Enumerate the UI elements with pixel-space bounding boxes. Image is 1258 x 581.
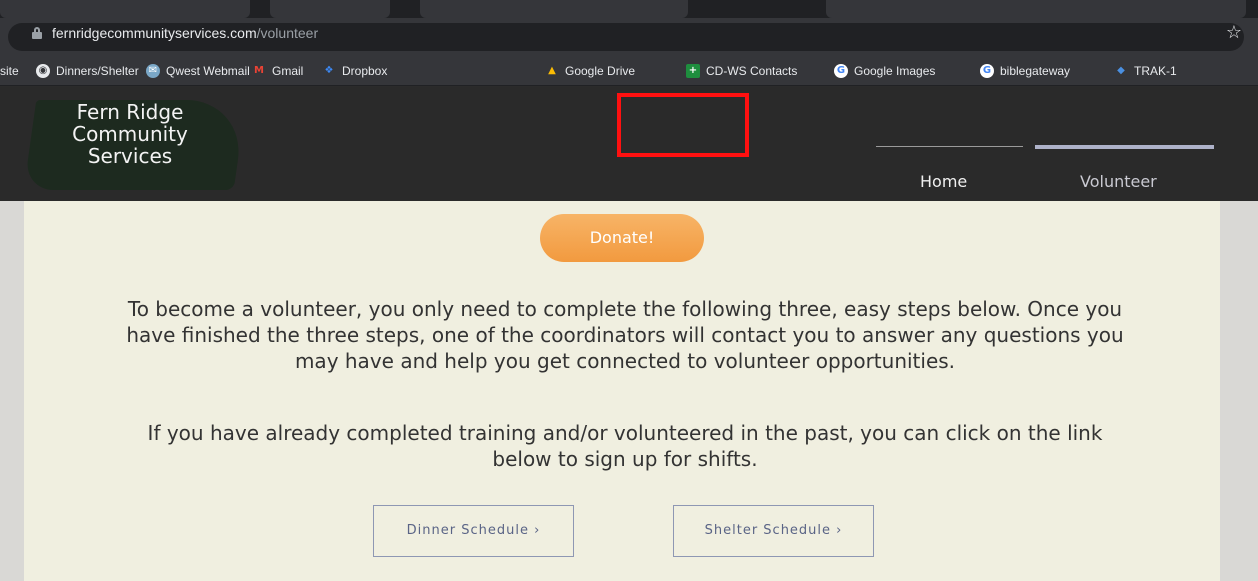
trak-icon: ◆	[1117, 65, 1125, 76]
bookmark-google-images[interactable]: G Google Images	[834, 62, 935, 80]
logo-line: Community	[72, 122, 188, 146]
bookmark-dropbox[interactable]: ❖ Dropbox	[322, 62, 388, 80]
returning-volunteer-text: If you have already completed training a…	[147, 421, 1103, 471]
bookmark-trak-1[interactable]: ◆ TRAK-1	[1114, 62, 1177, 80]
google-icon: G	[834, 64, 848, 78]
volunteer-intro-text: To become a volunteer, you only need to …	[126, 297, 1124, 373]
nav-volunteer[interactable]: Volunteer	[1080, 172, 1157, 191]
tab[interactable]	[0, 0, 250, 18]
bookmark-gmail[interactable]: M Gmail	[252, 62, 303, 80]
lock-icon[interactable]	[32, 27, 42, 39]
url-path: /volunteer	[256, 25, 319, 41]
bookmark-star-icon[interactable]: ☆	[1226, 22, 1242, 43]
bookmark-label: Google Images	[854, 64, 936, 78]
contacts-icon: +	[686, 64, 700, 78]
gmail-icon: M	[254, 65, 264, 76]
bookmark-label: Gmail	[272, 64, 304, 78]
google-icon: G	[980, 64, 994, 78]
bookmark-cd-ws-contacts[interactable]: + CD-WS Contacts	[686, 62, 797, 80]
dropbox-icon: ❖	[324, 65, 334, 76]
site-header: Fern Ridge Community Services Home Volun…	[0, 87, 1258, 201]
bookmark-site[interactable]: site	[0, 62, 19, 80]
shelter-schedule-button[interactable]: Shelter Schedule ›	[673, 505, 874, 557]
bookmark-label: TRAK-1	[1134, 64, 1177, 78]
bookmark-label: Qwest Webmail	[166, 64, 250, 78]
highlight-rectangle	[617, 93, 749, 157]
bookmark-google-drive[interactable]: ▲ Google Drive	[545, 62, 635, 80]
address-bar-area: fernridgecommunityservices.com/volunteer…	[0, 18, 1258, 56]
bookmark-label: Google Drive	[565, 64, 636, 78]
bookmark-qwest-webmail[interactable]: ✉ Qwest Webmail	[146, 62, 250, 80]
bookmark-label: biblegateway	[1000, 64, 1071, 78]
nav-underline-home	[876, 146, 1023, 147]
nav-home[interactable]: Home	[920, 172, 967, 191]
tab[interactable]	[270, 0, 390, 18]
bookmark-label: Dinners/Shelter	[56, 64, 139, 78]
logo-line: Fern Ridge	[76, 100, 184, 124]
logo-line: Services	[87, 144, 173, 168]
site-logo[interactable]: Fern Ridge Community Services	[50, 101, 210, 167]
google-drive-icon: ▲	[548, 65, 556, 76]
globe-icon: ◉	[36, 64, 50, 78]
donate-button[interactable]: Donate!	[540, 214, 704, 262]
tab[interactable]	[420, 0, 688, 18]
tab-strip	[0, 0, 1258, 18]
nav-underline-volunteer	[1035, 145, 1214, 149]
bookmark-label: CD-WS Contacts	[706, 64, 798, 78]
url-domain: fernridgecommunityservices.com	[52, 25, 257, 41]
dinner-schedule-button[interactable]: Dinner Schedule ›	[373, 505, 574, 557]
bookmark-label: Dropbox	[342, 64, 388, 78]
bookmark-label: site	[0, 64, 19, 78]
bookmark-dinners-shelter[interactable]: ◉ Dinners/Shelter	[36, 62, 139, 80]
url-text[interactable]: fernridgecommunityservices.com/volunteer	[52, 25, 318, 41]
webmail-icon: ✉	[146, 64, 160, 78]
tab[interactable]	[826, 0, 1246, 18]
bookmarks-bar: site ◉ Dinners/Shelter ✉ Qwest Webmail M…	[0, 56, 1258, 86]
bookmark-biblegateway[interactable]: G biblegateway	[980, 62, 1070, 80]
